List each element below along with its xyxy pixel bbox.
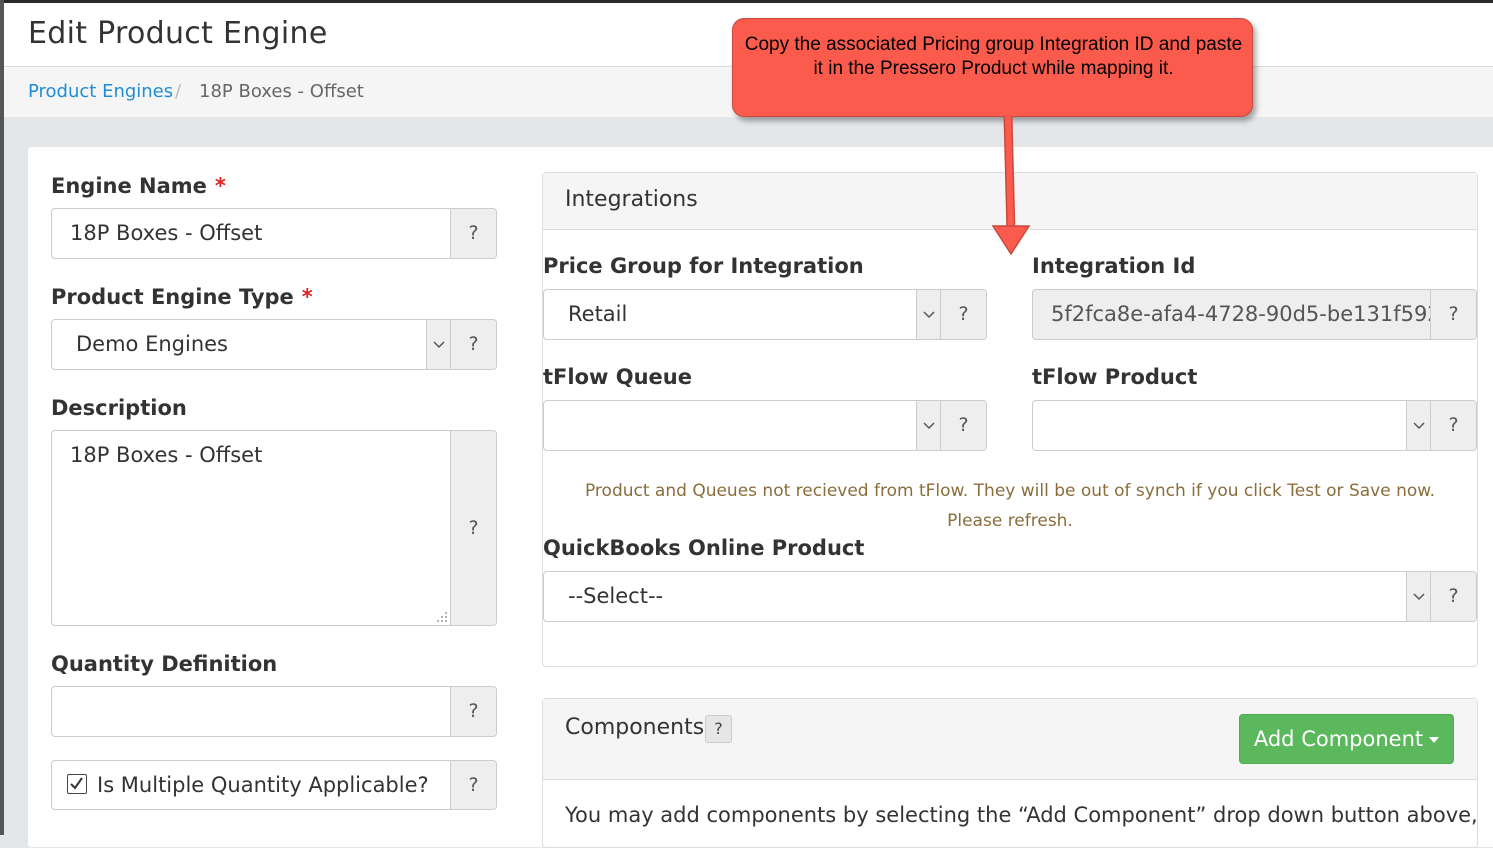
resize-handle-icon[interactable]	[436, 611, 448, 623]
engine-type-select[interactable]: Demo Engines ?	[51, 319, 497, 370]
chevron-down-icon[interactable]	[1406, 572, 1431, 621]
engine-type-label-text: Product Engine Type	[51, 285, 294, 309]
tflow-product-help-button[interactable]: ?	[1430, 401, 1476, 450]
caret-down-icon	[1429, 737, 1440, 743]
tflow-queue-select[interactable]: ?	[543, 400, 987, 451]
breadcrumb-current: 18P Boxes - Offset	[199, 81, 364, 102]
multiple-quantity-checkbox[interactable]	[67, 774, 87, 794]
tflow-product-select[interactable]: ?	[1032, 400, 1477, 451]
page-title: Edit Product Engine	[28, 16, 328, 51]
callout-text: Copy the associated Pricing group Integr…	[744, 34, 1243, 79]
check-icon	[70, 777, 83, 790]
integration-id-label: Integration Id	[1032, 254, 1196, 278]
chevron-down-icon[interactable]	[1406, 401, 1431, 450]
engine-type-label: Product Engine Type *	[51, 285, 313, 309]
price-group-label: Price Group for Integration	[543, 254, 864, 278]
chevron-down-icon[interactable]	[916, 401, 941, 450]
quickbooks-select[interactable]: --Select-- ?	[543, 571, 1477, 622]
tflow-queue-label: tFlow Queue	[543, 365, 692, 389]
engine-type-help-button[interactable]: ?	[450, 320, 496, 369]
price-group-help-button[interactable]: ?	[940, 290, 986, 339]
breadcrumb-link-product-engines[interactable]: Product Engines	[28, 67, 173, 117]
engine-name-input[interactable]: 18P Boxes - Offset ?	[51, 208, 497, 259]
integration-id-value: 5f2fca8e-afa4-4728-90d5-be131f5923	[1051, 302, 1455, 326]
description-value: 18P Boxes - Offset	[70, 443, 263, 467]
description-label: Description	[51, 396, 187, 420]
required-marker: *	[214, 174, 226, 198]
callout-annotation: Copy the associated Pricing group Integr…	[732, 18, 1253, 117]
integration-id-input[interactable]: 5f2fca8e-afa4-4728-90d5-be131f5923 ?	[1032, 289, 1477, 340]
quickbooks-value: --Select--	[568, 584, 664, 608]
quickbooks-help-button[interactable]: ?	[1430, 572, 1476, 621]
price-group-select[interactable]: Retail ?	[543, 289, 987, 340]
quantity-definition-label: Quantity Definition	[51, 652, 278, 676]
engine-name-value: 18P Boxes - Offset	[70, 221, 263, 245]
components-help-button[interactable]: ?	[705, 715, 732, 743]
breadcrumb-separator: /	[175, 81, 182, 102]
components-title: Components	[565, 715, 705, 740]
components-header: Components ? Add Component	[543, 699, 1477, 780]
callout-arrow-icon	[991, 115, 1031, 256]
multiple-quantity-checkbox-group: Is Multiple Quantity Applicable? ?	[51, 760, 497, 810]
chevron-down-icon[interactable]	[426, 320, 451, 369]
price-group-value: Retail	[568, 302, 628, 326]
integration-id-help-button[interactable]: ?	[1430, 290, 1476, 339]
tflow-warning-message: Product and Queues not recieved from tFl…	[584, 481, 1436, 531]
quickbooks-label: QuickBooks Online Product	[543, 536, 865, 560]
quantity-definition-help-button[interactable]: ?	[450, 687, 496, 736]
chevron-down-icon[interactable]	[916, 290, 941, 339]
engine-name-label: Engine Name *	[51, 174, 226, 198]
components-panel: Components ? Add Component You may add c…	[542, 698, 1478, 848]
quantity-definition-input[interactable]: ?	[51, 686, 497, 737]
left-edge	[0, 0, 4, 835]
integrations-title: Integrations	[565, 187, 698, 212]
engine-type-value: Demo Engines	[76, 332, 228, 356]
multiple-quantity-help-button[interactable]: ?	[450, 761, 496, 809]
description-textarea[interactable]: 18P Boxes - Offset ?	[51, 430, 497, 626]
components-help-text: You may add components by selecting the …	[565, 803, 1478, 827]
description-help-button[interactable]: ?	[450, 431, 496, 625]
engine-name-help-button[interactable]: ?	[450, 209, 496, 258]
engine-name-label-text: Engine Name	[51, 174, 207, 198]
multiple-quantity-label[interactable]: Is Multiple Quantity Applicable?	[97, 761, 429, 809]
required-marker: *	[301, 285, 313, 309]
add-component-label: Add Component	[1253, 727, 1424, 751]
tflow-product-label: tFlow Product	[1032, 365, 1198, 389]
tflow-queue-help-button[interactable]: ?	[940, 401, 986, 450]
add-component-button[interactable]: Add Component	[1239, 714, 1454, 764]
